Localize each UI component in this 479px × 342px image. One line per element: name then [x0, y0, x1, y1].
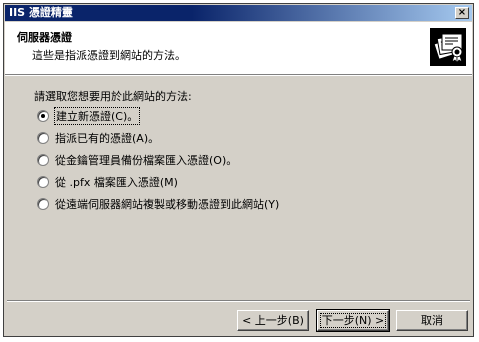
cancel-button[interactable]: 取消 — [396, 310, 468, 331]
option-label: 指派已有的憑證(A)。 — [55, 132, 160, 145]
footer-divider — [7, 300, 470, 302]
radio-import-key-manager[interactable] — [37, 154, 49, 166]
method-prompt: 請選取您想要用於此網站的方法: — [34, 90, 192, 103]
option-label: 從遠端伺服器網站複製或移動憑證到此網站(Y) — [55, 198, 280, 211]
window-title: IIS 憑證精靈 — [9, 6, 73, 19]
back-button-label: < 上一步(B) — [242, 314, 304, 327]
wizard-window: IIS 憑證精靈 × 伺服器憑證 這些是指派憑證到網站的方法。 請選取您想要用於… — [3, 3, 474, 337]
back-button[interactable]: < 上一步(B) — [237, 310, 309, 331]
radio-copy-remote[interactable] — [37, 198, 49, 210]
page-title: 伺服器憑證 — [17, 31, 72, 44]
radio-assign-existing[interactable] — [37, 132, 49, 144]
option-label: 從金鑰管理員備份檔案匯入憑證(O)。 — [55, 154, 238, 167]
option-import-pfx-file[interactable]: 從 .pfx 檔案匯入憑證(M) — [37, 174, 178, 190]
option-copy-move-remote-certificate[interactable]: 從遠端伺服器網站複製或移動憑證到此網站(Y) — [37, 196, 279, 212]
title-bar[interactable]: IIS 憑證精靈 × — [5, 5, 472, 21]
radio-import-pfx[interactable] — [37, 176, 49, 188]
option-import-key-manager-backup[interactable]: 從金鑰管理員備份檔案匯入憑證(O)。 — [37, 152, 237, 168]
radio-create-new[interactable] — [37, 110, 49, 122]
option-create-new-certificate[interactable]: 建立新憑證(C)。 — [37, 107, 141, 125]
page-subtitle: 這些是指派憑證到網站的方法。 — [32, 49, 186, 62]
next-button-label: 下一步(N) > — [319, 313, 387, 328]
certificate-icon — [430, 28, 466, 66]
option-label: 從 .pfx 檔案匯入憑證(M) — [55, 176, 178, 189]
wizard-header: 伺服器憑證 這些是指派憑證到網站的方法。 — [5, 22, 472, 75]
cancel-button-label: 取消 — [421, 314, 443, 327]
option-assign-existing-certificate[interactable]: 指派已有的憑證(A)。 — [37, 130, 159, 146]
option-label: 建立新憑證(C)。 — [53, 107, 141, 125]
next-button[interactable]: 下一步(N) > — [316, 309, 390, 332]
close-button[interactable]: × — [455, 7, 469, 19]
